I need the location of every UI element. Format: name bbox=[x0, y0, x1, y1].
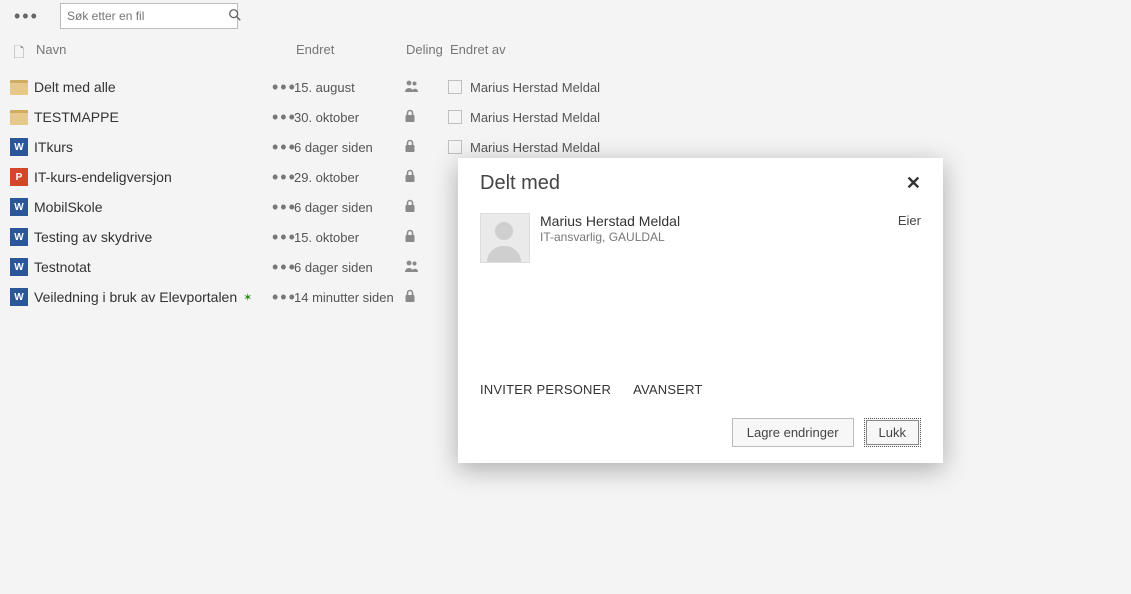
word-icon: W bbox=[10, 228, 28, 246]
row-menu[interactable]: ••• bbox=[272, 167, 294, 188]
word-icon: W bbox=[10, 258, 28, 276]
invite-people-link[interactable]: INVITER PERSONER bbox=[480, 382, 611, 397]
row-menu[interactable]: ••• bbox=[272, 77, 294, 98]
modified-date: 30. oktober bbox=[294, 110, 404, 125]
share-dialog: Delt med ✕ Marius Herstad Meldal IT-ansv… bbox=[458, 158, 943, 463]
file-type-icon: 🗋 bbox=[4, 42, 34, 66]
modified-date: 6 dager siden bbox=[294, 200, 404, 215]
lock-icon bbox=[404, 109, 416, 126]
advanced-link[interactable]: AVANSERT bbox=[633, 382, 703, 397]
row-menu[interactable]: ••• bbox=[272, 197, 294, 218]
modified-date: 29. oktober bbox=[294, 170, 404, 185]
lock-icon bbox=[404, 139, 416, 156]
lock-icon bbox=[404, 229, 416, 246]
word-icon: W bbox=[10, 198, 28, 216]
avatar bbox=[480, 213, 530, 263]
permission-label: Eier bbox=[898, 213, 921, 263]
row-menu[interactable]: ••• bbox=[272, 227, 294, 248]
modified-date: 6 dager siden bbox=[294, 140, 404, 155]
folder-icon bbox=[10, 80, 28, 95]
file-name[interactable]: ITkurs bbox=[34, 139, 272, 155]
modified-date: 14 minutter siden bbox=[294, 290, 404, 305]
modified-by: Marius Herstad Meldal bbox=[470, 110, 600, 125]
new-badge: ✶ bbox=[243, 291, 252, 304]
table-row[interactable]: TESTMAPPE•••30. oktober Marius Herstad Me… bbox=[0, 102, 1131, 132]
shared-user-name: Marius Herstad Meldal bbox=[540, 213, 888, 229]
powerpoint-icon: P bbox=[10, 168, 28, 186]
row-menu[interactable]: ••• bbox=[272, 137, 294, 158]
col-modified[interactable]: Endret bbox=[296, 42, 406, 66]
lock-icon bbox=[404, 199, 416, 216]
row-checkbox[interactable] bbox=[448, 110, 462, 124]
row-menu[interactable]: ••• bbox=[272, 287, 294, 308]
col-sharing[interactable]: Deling bbox=[406, 42, 450, 66]
word-icon: W bbox=[10, 138, 28, 156]
modified-date: 15. oktober bbox=[294, 230, 404, 245]
modified-date: 6 dager siden bbox=[294, 260, 404, 275]
row-menu[interactable]: ••• bbox=[272, 107, 294, 128]
folder-icon bbox=[10, 110, 28, 125]
file-name[interactable]: TESTMAPPE bbox=[34, 109, 272, 125]
row-checkbox[interactable] bbox=[448, 80, 462, 94]
col-modified-by[interactable]: Endret av bbox=[450, 42, 650, 66]
search-icon[interactable] bbox=[228, 8, 242, 25]
shared-user-role: IT-ansvarlig, GAULDAL bbox=[540, 230, 888, 244]
shared-icon bbox=[404, 79, 420, 96]
column-headers: 🗋 Navn Endret Deling Endret av bbox=[0, 42, 1131, 66]
search-input[interactable] bbox=[61, 9, 228, 23]
more-menu[interactable]: ••• bbox=[10, 6, 54, 27]
save-changes-button[interactable]: Lagre endringer bbox=[732, 418, 854, 447]
close-button[interactable]: Lukk bbox=[864, 418, 921, 447]
col-name[interactable]: Navn bbox=[34, 42, 296, 66]
table-row[interactable]: Delt med alle•••15. august Marius Herstad… bbox=[0, 72, 1131, 102]
lock-icon bbox=[404, 289, 416, 306]
row-menu[interactable]: ••• bbox=[272, 257, 294, 278]
row-checkbox[interactable] bbox=[448, 140, 462, 154]
lock-icon bbox=[404, 169, 416, 186]
modified-date: 15. august bbox=[294, 80, 404, 95]
close-icon[interactable]: ✕ bbox=[906, 173, 921, 194]
file-name[interactable]: Testing av skydrive bbox=[34, 229, 272, 245]
search-box[interactable] bbox=[60, 3, 238, 29]
shared-icon bbox=[404, 259, 420, 276]
file-name[interactable]: Delt med alle bbox=[34, 79, 272, 95]
modified-by: Marius Herstad Meldal bbox=[470, 140, 600, 155]
file-name[interactable]: MobilSkole bbox=[34, 199, 272, 215]
file-name[interactable]: Veiledning i bruk av Elevportalen✶ bbox=[34, 289, 272, 305]
word-icon: W bbox=[10, 288, 28, 306]
dialog-title: Delt med bbox=[480, 172, 560, 195]
file-name[interactable]: IT-kurs-endeligversjon bbox=[34, 169, 272, 185]
file-name[interactable]: Testnotat bbox=[34, 259, 272, 275]
modified-by: Marius Herstad Meldal bbox=[470, 80, 600, 95]
